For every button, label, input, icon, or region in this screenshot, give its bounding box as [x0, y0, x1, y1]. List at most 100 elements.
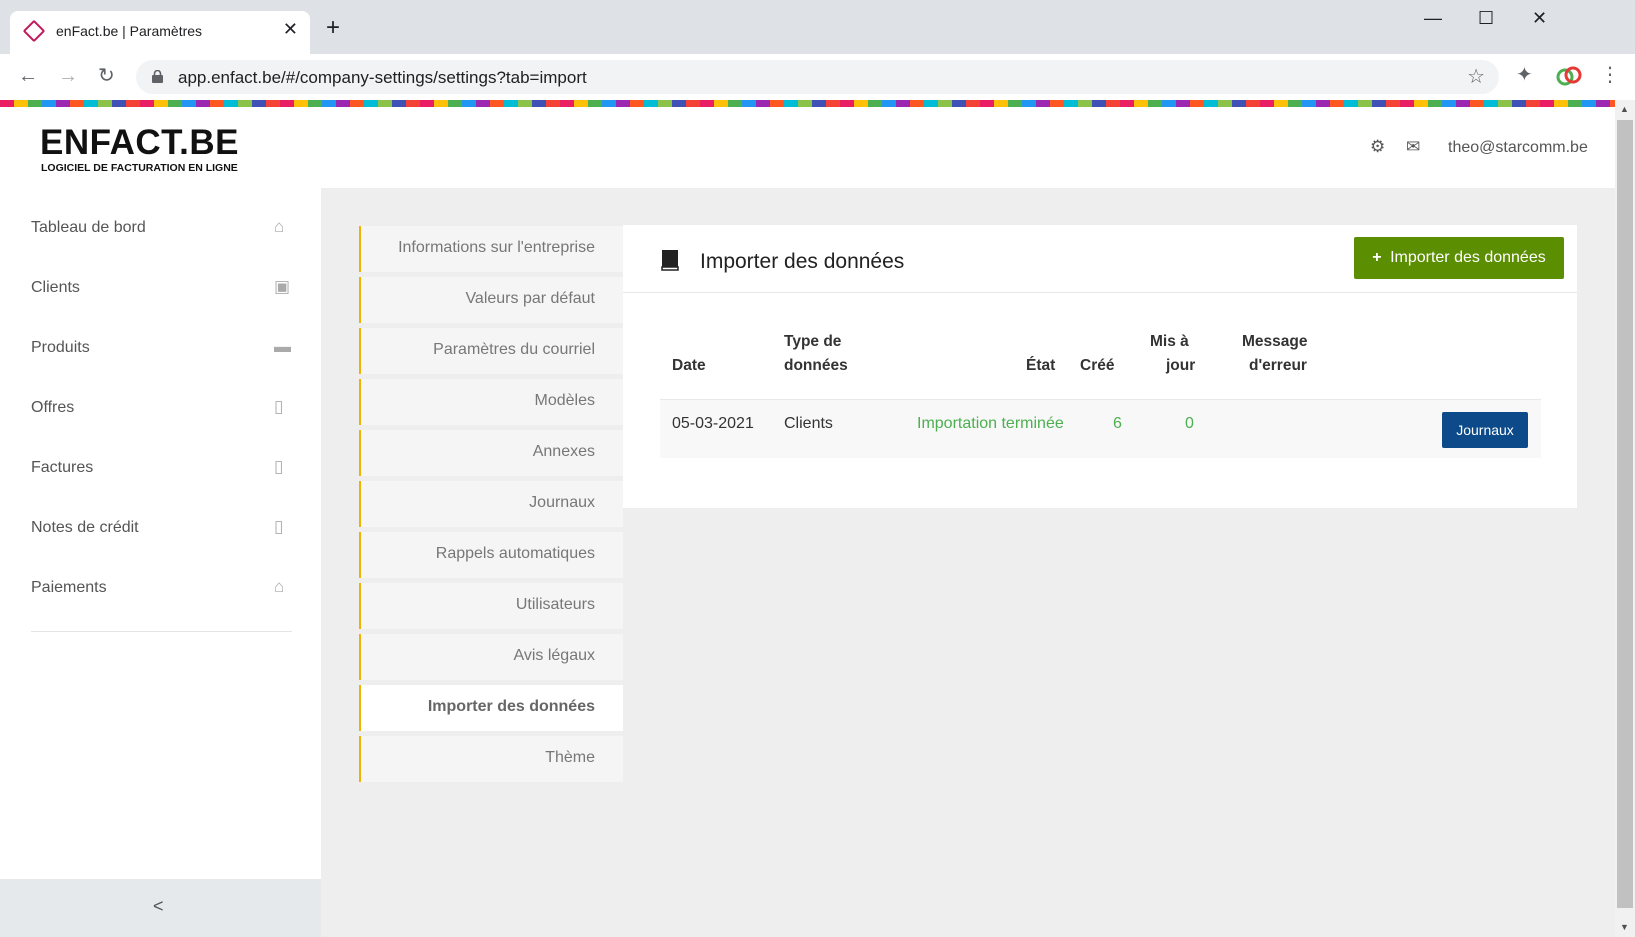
mail-icon[interactable]: ✉ — [1406, 137, 1420, 157]
logo[interactable]: ENFACT.BE — [40, 123, 239, 163]
page-scrollbar[interactable]: ▲ ▼ — [1615, 100, 1635, 937]
sidebar-item-dashboard[interactable]: Tableau de bord ⌂ — [0, 201, 321, 259]
settings-tab-label: Avis légaux — [513, 647, 595, 664]
table-row: 05-03-2021 Clients Importation terminée … — [660, 399, 1541, 458]
settings-tab-users[interactable]: Utilisateurs — [359, 583, 623, 629]
back-icon[interactable]: ← — [18, 64, 38, 88]
import-panel: Importer des données + Importer des donn… — [623, 225, 1577, 508]
settings-tab-attachments[interactable]: Annexes — [359, 430, 623, 476]
settings-gears-icon[interactable]: ⚙ — [1370, 137, 1385, 157]
tab-title: enFact.be | Paramètres — [56, 23, 203, 39]
extension-logo-icon[interactable] — [1556, 65, 1582, 89]
settings-tab-import[interactable]: Importer des données — [359, 685, 623, 731]
sidebar-item-clients[interactable]: Clients ▣ — [0, 261, 321, 319]
products-icon: ▬ — [274, 337, 291, 356]
settings-tab-label: Informations sur l'entreprise — [398, 239, 595, 256]
plus-icon: + — [1372, 249, 1382, 266]
pdf-icon: ▯ — [274, 457, 284, 476]
scroll-down-icon[interactable]: ▼ — [1620, 922, 1629, 932]
minimize-icon[interactable]: — — [1424, 8, 1442, 29]
chevron-left-icon: < — [153, 896, 164, 916]
sidebar-item-label: Offres — [31, 399, 75, 416]
sidebar-collapse-button[interactable]: < — [0, 879, 321, 937]
new-tab-button[interactable]: + — [326, 16, 340, 40]
sidebar-item-invoices[interactable]: Factures ▯ — [0, 441, 321, 499]
col-updated-header-line1: Mis à — [1150, 333, 1189, 350]
user-email[interactable]: theo@starcomm.be — [1448, 139, 1588, 157]
url-text: app.enfact.be/#/company-settings/setting… — [178, 68, 587, 87]
settings-tab-email[interactable]: Paramètres du courriel — [359, 328, 623, 374]
scroll-thumb[interactable] — [1617, 120, 1633, 908]
maximize-icon[interactable]: ☐ — [1478, 8, 1494, 29]
settings-tab-reminders[interactable]: Rappels automatiques — [359, 532, 623, 578]
address-bar[interactable]: app.enfact.be/#/company-settings/setting… — [136, 60, 1499, 94]
sidebar-item-label: Paiements — [31, 579, 107, 596]
col-updated-header-line2: jour — [1166, 357, 1196, 374]
browser-tab-bar: enFact.be | Paramètres ✕ + — ☐ ✕ — [0, 0, 1635, 54]
bookmark-star-icon[interactable]: ☆ — [1467, 64, 1485, 89]
settings-tab-defaults[interactable]: Valeurs par défaut — [359, 277, 623, 323]
pdf-icon: ▯ — [274, 397, 284, 416]
home-icon: ⌂ — [274, 217, 285, 236]
cell-date: 05-03-2021 — [672, 415, 754, 432]
browser-menu-icon[interactable]: ⋮ — [1600, 62, 1620, 87]
bank-icon: ⌂ — [274, 577, 285, 596]
cell-updated: 0 — [1185, 415, 1194, 432]
sidebar-item-label: Clients — [31, 279, 80, 296]
favicon-icon — [22, 19, 46, 43]
sidebar-item-label: Produits — [31, 339, 90, 356]
settings-tab-label: Rappels automatiques — [435, 545, 595, 562]
lock-icon — [152, 70, 163, 83]
scroll-up-icon[interactable]: ▲ — [1620, 104, 1629, 114]
sidebar-item-label: Notes de crédit — [31, 519, 139, 536]
settings-tab-legal[interactable]: Avis légaux — [359, 634, 623, 680]
settings-tab-label: Modèles — [534, 392, 595, 409]
settings-tab-label: Valeurs par défaut — [465, 290, 595, 307]
browser-toolbar: ← → ↻ app.enfact.be/#/company-settings/s… — [0, 54, 1635, 100]
extensions-icon[interactable]: ✦ — [1516, 62, 1533, 87]
close-window-icon[interactable]: ✕ — [1532, 8, 1547, 29]
pdf-icon: ▯ — [274, 517, 284, 536]
col-error-header-line2: d'erreur — [1249, 357, 1307, 374]
tab-close-icon[interactable]: ✕ — [283, 19, 298, 40]
settings-tab-label: Importer des données — [427, 698, 595, 715]
sidebar-item-label: Tableau de bord — [31, 219, 146, 236]
settings-tab-templates[interactable]: Modèles — [359, 379, 623, 425]
browser-tab[interactable]: enFact.be | Paramètres ✕ — [10, 11, 310, 54]
sidebar-item-credit-notes[interactable]: Notes de crédit ▯ — [0, 501, 321, 559]
sidebar-item-payments[interactable]: Paiements ⌂ — [0, 561, 321, 619]
settings-tab-label: Thème — [545, 749, 595, 766]
sidebar-item-offers[interactable]: Offres ▯ — [0, 381, 321, 439]
settings-tab-theme[interactable]: Thème — [359, 736, 623, 782]
sidebar-item-label: Factures — [31, 459, 94, 476]
panel-title: Importer des données — [700, 250, 905, 273]
col-created-header: Créé — [1080, 357, 1115, 374]
settings-tab-label: Annexes — [532, 443, 595, 460]
forward-icon[interactable]: → — [58, 64, 78, 88]
contacts-icon: ▣ — [274, 277, 291, 296]
settings-tab-journals[interactable]: Journaux — [359, 481, 623, 527]
reload-icon[interactable]: ↻ — [98, 64, 115, 88]
cell-state: Importation terminée — [917, 415, 1064, 432]
import-data-button[interactable]: + Importer des données — [1354, 237, 1564, 279]
settings-tab-company-info[interactable]: Informations sur l'entreprise — [359, 226, 623, 272]
import-button-label: Importer des données — [1390, 249, 1546, 266]
color-stripe — [0, 100, 1615, 107]
settings-tab-label: Paramètres du courriel — [433, 341, 595, 358]
app-header: ENFACT.BE LOGICIEL DE FACTURATION EN LIG… — [0, 107, 1615, 188]
sidebar-divider — [31, 631, 292, 632]
settings-tab-label: Utilisateurs — [515, 596, 595, 613]
col-state-header: État — [1026, 357, 1056, 374]
col-date-header: Date — [672, 357, 706, 374]
logo-subtitle: LOGICIEL DE FACTURATION EN LIGNE — [41, 162, 238, 174]
cell-type: Clients — [784, 415, 833, 432]
panel-header: Importer des données + Importer des donn… — [623, 225, 1577, 293]
journals-button[interactable]: Journaux — [1442, 412, 1528, 448]
main-content: Informations sur l'entreprise Valeurs pa… — [321, 188, 1615, 937]
col-type-header-line1: Type de — [784, 333, 842, 350]
cell-created: 6 — [1113, 415, 1122, 432]
col-type-header-line2: données — [784, 357, 848, 374]
settings-tab-label: Journaux — [529, 494, 595, 511]
col-error-header-line1: Message — [1242, 333, 1308, 350]
sidebar-item-products[interactable]: Produits ▬ — [0, 321, 321, 379]
